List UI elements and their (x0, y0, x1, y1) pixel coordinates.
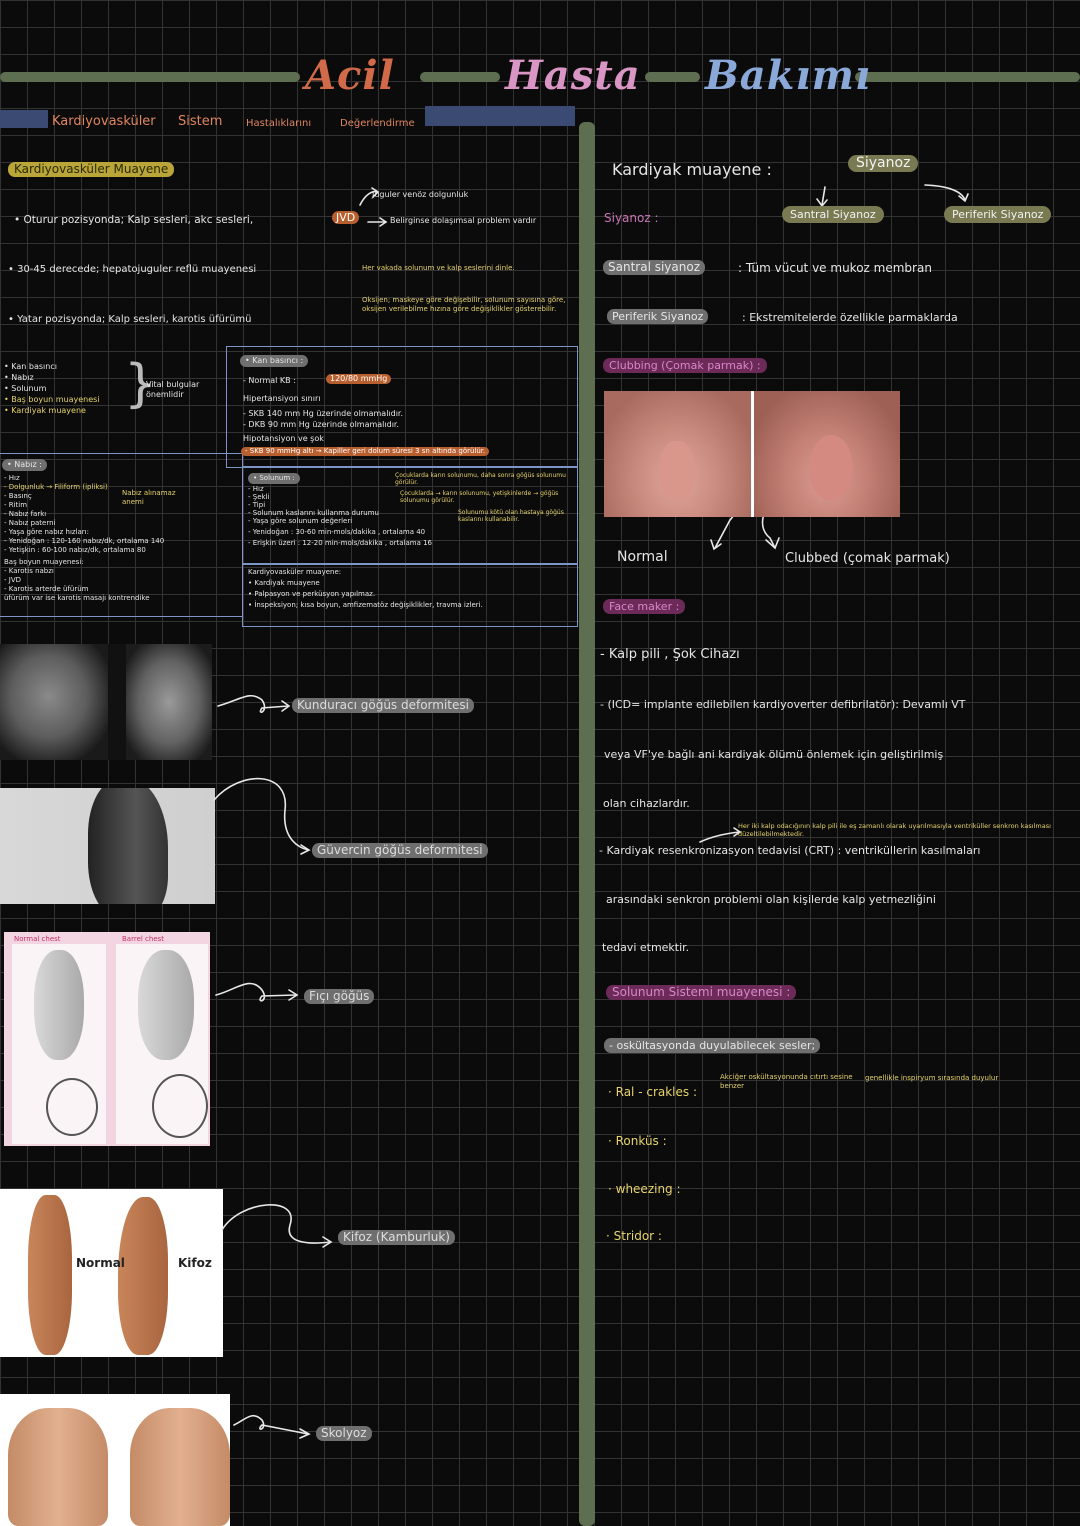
siyanoz-label: Siyanoz : (604, 211, 659, 225)
icd-line3: olan cihazlardır. (603, 797, 690, 810)
crt-line2: arasındaki senkron problemi olan kişiler… (606, 893, 936, 906)
crt-line1: - Kardiyak resenkronizasyon tedavisi (CR… (599, 844, 981, 857)
wheezing-label: · wheezing : (608, 1182, 681, 1196)
stridor-label: · Stridor : (606, 1229, 662, 1243)
right-heading: Kardiyak muayene : (612, 160, 772, 179)
crt-note: Her iki kalp odacığının kalp pili ile eş… (738, 822, 1051, 838)
hand-arrows (213, 184, 969, 1439)
ral-note: Akciğer oskültasyonunda cıtırtı sesine b… (720, 1073, 853, 1090)
siyanoz-top: Siyanoz (848, 155, 919, 172)
clubbing-image (604, 391, 900, 517)
clubbed-label: Clubbed (çomak parmak) (785, 551, 950, 566)
santral-label: Santral siyanoz (603, 260, 706, 275)
oskultasyon: - oskültasyonda duyulabilecek sesler; (604, 1038, 821, 1053)
face-maker-label: Face maker : (603, 599, 686, 614)
santral-text: : Tüm vücut ve mukoz membran (738, 261, 932, 275)
ral-label: · Ral - crakles : (608, 1085, 698, 1099)
santral-bubble: Santral Siyanoz (782, 206, 884, 223)
icd-line1: - (ICD= implante edilebilen kardiyoverte… (600, 698, 966, 711)
periferik-bubble: Periferik Siyanoz (944, 206, 1052, 223)
periferik-text: : Ekstremitelerde özellikle parmaklarda (742, 311, 958, 324)
icd-line2: veya VF'ye bağlı ani kardiyak ölümü önle… (604, 748, 944, 761)
ronkus-label: · Ronküs : (608, 1134, 667, 1148)
normal-label: Normal (617, 549, 668, 565)
kalp-pili: - Kalp pili , Şok Cihazı (600, 647, 740, 662)
ral-note2: genellikle inspiryum sırasında duyulur (865, 1074, 999, 1082)
periferik-label: Periferik Siyanoz (607, 309, 709, 324)
solunum-heading: Solunum Sistemi muayenesi : (606, 985, 797, 1000)
crt-line3: tedavi etmektir. (602, 941, 690, 954)
clubbing-label: Clubbing (Çomak parmak) : (603, 358, 767, 373)
